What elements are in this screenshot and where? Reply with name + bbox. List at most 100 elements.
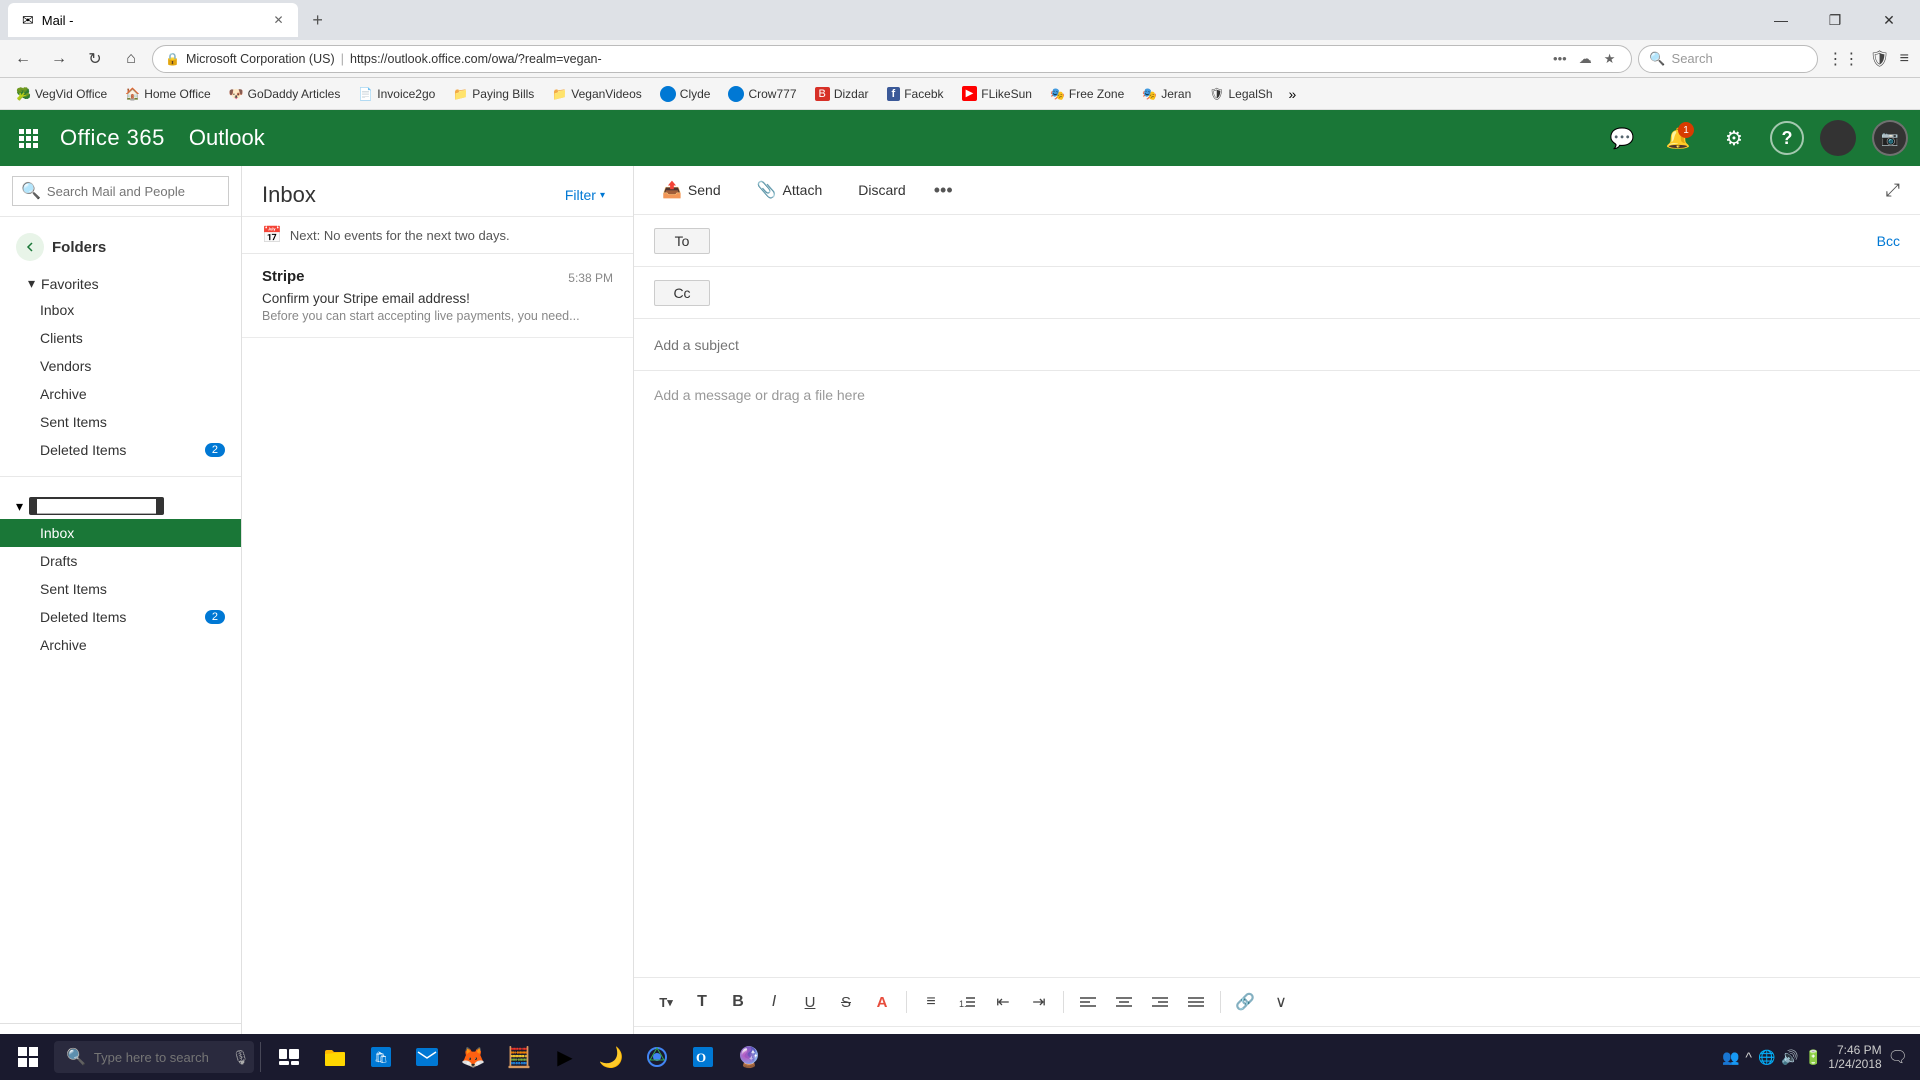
sidebar-item-archive-fav[interactable]: Archive (0, 380, 241, 408)
file-explorer-button[interactable] (313, 1035, 357, 1079)
browser-menu-icon[interactable]: ≡ (1897, 47, 1912, 71)
bookmark-invoice2go[interactable]: 📄 Invoice2go (350, 84, 443, 104)
maximize-button[interactable]: ❐ (1812, 5, 1858, 35)
browser-search-bar[interactable]: 🔍 Search (1638, 45, 1818, 73)
browser-tab[interactable]: ✉ Mail - ✕ (8, 3, 298, 37)
home-button[interactable]: ⌂ (116, 44, 146, 74)
minimize-button[interactable]: — (1758, 5, 1804, 35)
bookmark-clyde[interactable]: Clyde (652, 83, 719, 105)
skype-button[interactable]: 💬 (1602, 118, 1642, 158)
sidebar-item-drafts[interactable]: Drafts (0, 547, 241, 575)
email-item-stripe[interactable]: Stripe 5:38 PM Confirm your Stripe email… (242, 254, 633, 338)
bookmark-crow777[interactable]: Crow777 (720, 83, 804, 105)
filter-button[interactable]: Filter ▾ (557, 183, 613, 207)
sidebar-item-inbox-fav[interactable]: Inbox (0, 296, 241, 324)
system-clock[interactable]: 7:46 PM 1/24/2018 (1828, 1043, 1881, 1071)
bullet-list-button[interactable]: ≡ (915, 986, 947, 1018)
outlook-taskbar-button[interactable]: O (681, 1035, 725, 1079)
mic-button[interactable]: 🎙 (232, 1049, 250, 1066)
folders-header[interactable]: Folders (0, 225, 241, 269)
to-button[interactable]: To (654, 228, 710, 254)
mail-taskbar-button[interactable] (405, 1035, 449, 1079)
bookmark-vegvid-office[interactable]: 🥦 VegVid Office (8, 84, 115, 104)
pocket-icon[interactable]: ☁ (1575, 49, 1596, 69)
bookmark-star-icon[interactable]: ★ (1600, 49, 1620, 69)
bookmark-godaddy[interactable]: 🐶 GoDaddy Articles (221, 84, 349, 104)
firefox-button[interactable]: 🦊 (451, 1035, 495, 1079)
bookmark-veganvideos[interactable]: 📁 VeganVideos (544, 84, 649, 104)
chrome-button[interactable] (635, 1035, 679, 1079)
calculator-button[interactable]: 🧮 (497, 1035, 541, 1079)
expand-compose-button[interactable]: ⤢ (1886, 180, 1900, 201)
forward-button[interactable]: → (44, 44, 74, 74)
discard-toolbar-button[interactable]: Discard (850, 178, 913, 202)
start-button[interactable] (4, 1034, 52, 1080)
store-button[interactable]: 🛍 (359, 1035, 403, 1079)
chevron-tray-icon[interactable]: ^ (1745, 1049, 1752, 1065)
attach-toolbar-button[interactable]: 📎 Attach (749, 176, 831, 204)
bookmark-jeran[interactable]: 🎭 Jeran (1134, 84, 1199, 104)
address-bar[interactable]: 🔒 Microsoft Corporation (US) | https://o… (152, 45, 1632, 73)
camera-button[interactable]: 📷 (1872, 120, 1908, 156)
taskbar-search[interactable]: 🔍 🎙 (54, 1041, 254, 1073)
bookmark-dizdar[interactable]: B Dizdar (807, 84, 877, 104)
font-color-button[interactable]: A (866, 986, 898, 1018)
bookmark-flikesun[interactable]: ▶ FLikeSun (954, 83, 1040, 104)
search-people-input[interactable] (47, 184, 223, 199)
help-button[interactable]: ? (1770, 121, 1804, 155)
underline-button[interactable]: U (794, 986, 826, 1018)
settings-button[interactable]: ⚙ (1714, 118, 1754, 158)
notifications-button[interactable]: 🔔 1 (1658, 118, 1698, 158)
bookmark-legalsh[interactable]: 🛡 LegalSh (1201, 84, 1280, 104)
decrease-indent-button[interactable]: ⇤ (987, 986, 1019, 1018)
sidebar-item-deleted[interactable]: Deleted Items 2 (0, 603, 241, 631)
toolbar-more-button[interactable]: ••• (934, 180, 953, 201)
search-people-field[interactable]: 🔍 (12, 176, 229, 206)
message-area[interactable]: Add a message or drag a file here (634, 371, 1920, 977)
sidebar-item-vendors[interactable]: Vendors (0, 352, 241, 380)
media-button[interactable]: ▶ (543, 1035, 587, 1079)
bookmark-home-office[interactable]: 🏠 Home Office (117, 84, 218, 104)
align-left-button[interactable] (1072, 986, 1104, 1018)
send-toolbar-button[interactable]: 📤 Send (654, 176, 729, 204)
favorites-header[interactable]: ▾ Favorites (0, 269, 241, 296)
to-input[interactable] (722, 233, 1865, 249)
sidebar-item-deleted-fav[interactable]: Deleted Items 2 (0, 436, 241, 464)
cc-button[interactable]: Cc (654, 280, 710, 306)
sidebar-item-archive[interactable]: Archive (0, 631, 241, 659)
account-header[interactable]: ▾ ██████████████ (0, 489, 241, 519)
address-more-button[interactable]: ••• (1549, 49, 1571, 68)
app-grid-button[interactable] (12, 122, 44, 154)
increase-indent-button[interactable]: ⇥ (1023, 986, 1055, 1018)
align-right-button[interactable] (1144, 986, 1176, 1018)
bcc-button[interactable]: Bcc (1877, 233, 1900, 249)
task-view-button[interactable] (267, 1035, 311, 1079)
back-button[interactable]: ← (8, 44, 38, 74)
sidebar-item-sent[interactable]: Sent Items (0, 575, 241, 603)
action-center-button[interactable]: 🗨 (1888, 1047, 1908, 1067)
strikethrough-button[interactable]: S (830, 986, 862, 1018)
volume-icon[interactable]: 🔊 (1781, 1049, 1798, 1066)
screensaver-button[interactable]: 🌙 (589, 1035, 633, 1079)
tab-close-button[interactable]: ✕ (274, 13, 284, 27)
sidebar-item-inbox[interactable]: Inbox (0, 519, 241, 547)
italic-button[interactable]: I (758, 986, 790, 1018)
taskbar-search-input[interactable] (94, 1050, 224, 1065)
bookmark-facebk[interactable]: f Facebk (879, 84, 952, 104)
profile-button[interactable] (1820, 120, 1856, 156)
folders-back-icon[interactable] (16, 233, 44, 261)
extensions-icon[interactable]: ⋮⋮ (1824, 46, 1862, 72)
subject-input[interactable] (654, 337, 1900, 353)
tab-title-input[interactable] (82, 13, 258, 28)
other-app-button[interactable]: 🔮 (727, 1035, 771, 1079)
bookmarks-more-button[interactable]: » (1283, 83, 1303, 105)
network-icon[interactable]: 🌐 (1758, 1049, 1775, 1066)
sidebar-item-clients[interactable]: Clients (0, 324, 241, 352)
justify-button[interactable] (1180, 986, 1212, 1018)
close-button[interactable]: ✕ (1866, 5, 1912, 35)
refresh-button[interactable]: ↻ (80, 44, 110, 74)
bookmark-freezone[interactable]: 🎭 Free Zone (1042, 84, 1132, 104)
numbered-list-button[interactable]: 1. (951, 986, 983, 1018)
bold-button[interactable]: B (722, 986, 754, 1018)
align-center-button[interactable] (1108, 986, 1140, 1018)
